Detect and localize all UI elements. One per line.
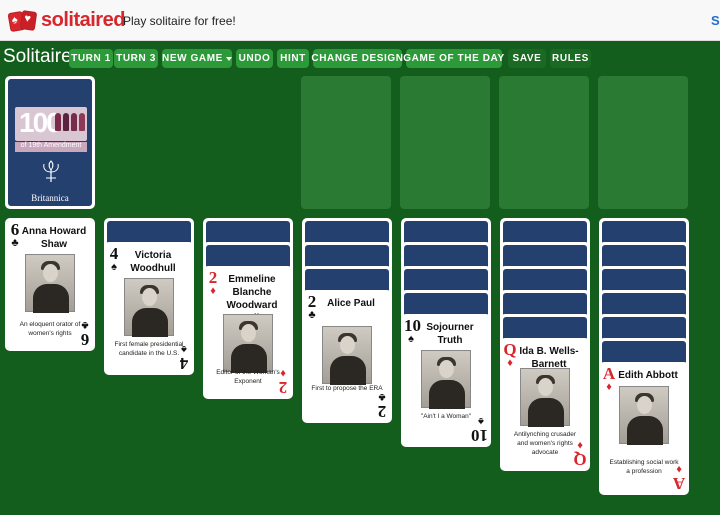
suit-icon: ♠ [181, 343, 187, 355]
suit-icon: ♣ [81, 319, 89, 331]
portrait-image [322, 326, 372, 385]
new-game-button[interactable]: NEW GAME [162, 49, 232, 68]
portrait-image [223, 314, 273, 373]
suit-icon: ♠ [478, 415, 484, 427]
banner-subtitle: of 19th Amendment [15, 142, 87, 152]
foundation-slot[interactable] [301, 76, 391, 209]
portrait-image [619, 386, 669, 445]
card-rank: 2 [377, 402, 387, 421]
portrait-image [25, 254, 75, 313]
tableau-card[interactable]: 2♦Emmeline Blanche Woodward WellsEditor … [203, 266, 293, 399]
anniversary-banner: 100 [15, 107, 87, 141]
card-rank: Q [573, 450, 587, 469]
card-caption: Antilynching crusader and women's rights… [513, 431, 577, 456]
foundation-slot[interactable] [598, 76, 688, 209]
card-title: Victoria Woodhull [130, 250, 176, 274]
card-rank: 10 [471, 426, 488, 445]
card-caption: An eloquent orator of women's rights [19, 321, 81, 337]
new-game-label: NEW GAME [162, 53, 223, 64]
site-tagline: Play solitaire for free! [123, 14, 236, 28]
hint-button[interactable]: HINT [277, 49, 309, 68]
card-rank: 6 [80, 330, 90, 349]
suit-icon: ♦ [606, 381, 612, 393]
portrait-image [520, 368, 570, 427]
site-header: ♠ ♥ solitaired Play solitaire for free! … [0, 0, 720, 41]
card-caption: First female presidential candidate in t… [114, 341, 184, 357]
game-toolbar: Solitaire TURN 1 TURN 3 NEW GAME UNDO HI… [0, 41, 720, 73]
stock-pile[interactable]: 100 of 19th Amendment Britannica [5, 76, 95, 209]
card-caption: First to propose the ERA [311, 385, 383, 392]
card-caption: "Ain't I a Woman" [420, 413, 472, 420]
card-title: Alice Paul [327, 298, 375, 309]
chevron-down-icon [225, 56, 232, 61]
tableau-card[interactable]: 10 ♠ Sojourner Truth "Ain't I a Woman" ♠ 10 [401, 314, 491, 447]
card-title: Sojourner Truth [426, 322, 474, 346]
brand-name: Britannica [31, 193, 69, 203]
card-title: Anna Howard Shaw [21, 226, 87, 250]
rules-button[interactable]: RULES [550, 49, 591, 68]
suit-icon: ♦ [676, 463, 682, 475]
tableau-card[interactable]: A ♦ Edith Abbott Establishing social work a… [599, 362, 689, 495]
suit-icon: ♣ [308, 309, 316, 321]
banner-number: 100 [19, 107, 62, 138]
tableau-card[interactable]: 4 ♠ Victoria Woodhull First female presiden… [104, 242, 194, 375]
suit-icon: ♣ [378, 391, 386, 403]
card-rank: 4 [179, 354, 189, 373]
turn-3-button[interactable]: TURN 3 [114, 49, 158, 68]
portrait-image [124, 278, 174, 337]
foundation-slot[interactable] [499, 76, 589, 209]
change-design-button[interactable]: CHANGE DESIGN [311, 49, 403, 68]
logo-icon[interactable]: ♠ ♥ [7, 10, 38, 33]
undo-button[interactable]: UNDO [236, 49, 273, 68]
page-title: Solitaire [3, 46, 72, 67]
turn-1-button[interactable]: TURN 1 [69, 49, 113, 68]
site-logo[interactable]: solitaired [41, 9, 125, 32]
tableau-card[interactable]: Q ♦ Ida B. Wells-Barnett Antilynching crusa… [500, 338, 590, 471]
header-link[interactable]: S [711, 13, 720, 28]
card-rank: 2 [278, 378, 288, 397]
card-caption: Editor of the Woman's Exponent [216, 369, 280, 385]
foundation-slot[interactable] [400, 76, 490, 209]
card-back: 100 of 19th Amendment Britannica [8, 79, 92, 206]
tableau-card[interactable]: 6 ♣ Anna Howard Shaw An eloquent orator of … [5, 218, 95, 351]
suit-icon: ♦ [280, 367, 286, 379]
thistle-icon [43, 160, 59, 182]
suit-icon: ♦ [577, 439, 583, 451]
card-rank: A [672, 474, 686, 493]
game-of-the-day-button[interactable]: GAME OF THE DAY [403, 49, 504, 68]
portrait-image [421, 350, 471, 409]
card-title: Edith Abbott [618, 370, 678, 381]
card-caption: Establishing social work a profession [609, 459, 679, 475]
tableau-card[interactable]: 2 ♣ Alice Paul First to propose the ERA ♣ 2 [302, 290, 392, 423]
save-button[interactable]: SAVE [508, 49, 546, 68]
